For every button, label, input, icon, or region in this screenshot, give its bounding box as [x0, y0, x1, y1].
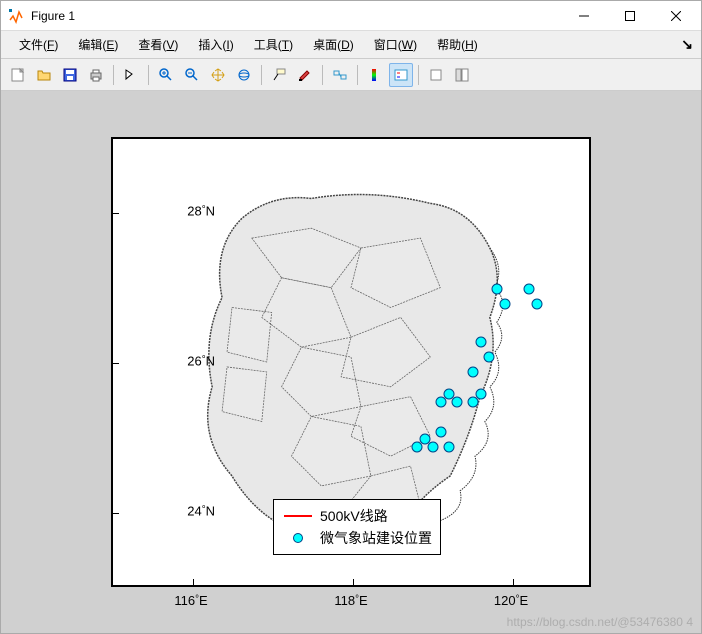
close-button[interactable] — [653, 1, 699, 31]
new-figure-button[interactable] — [6, 63, 30, 87]
toolbar-separator — [261, 65, 262, 85]
data-point — [444, 441, 455, 452]
insert-colorbar-button[interactable] — [363, 63, 387, 87]
save-button[interactable] — [58, 63, 82, 87]
menu-item-d[interactable]: 桌面(D) — [303, 32, 364, 57]
toolbar-separator — [357, 65, 358, 85]
legend-label: 500kV线路 — [320, 506, 388, 526]
menubar: 文件(F)编辑(E)查看(V)插入(I)工具(T)桌面(D)窗口(W)帮助(H)… — [1, 31, 701, 59]
toolbar-separator — [418, 65, 419, 85]
menu-item-e[interactable]: 编辑(E) — [68, 32, 128, 57]
data-point — [500, 299, 511, 310]
edit-plot-button[interactable] — [119, 63, 143, 87]
menu-item-h[interactable]: 帮助(H) — [427, 32, 488, 57]
data-point — [468, 366, 479, 377]
tick-mark — [113, 213, 119, 214]
data-point — [436, 396, 447, 407]
zoom-out-button[interactable] — [180, 63, 204, 87]
tick-mark — [513, 579, 514, 585]
tick-mark — [193, 579, 194, 585]
window-controls — [561, 1, 699, 31]
legend-swatch-marker — [282, 533, 314, 543]
menu-item-i[interactable]: 插入(I) — [188, 32, 243, 57]
plot-area[interactable]: 500kV线路 微气象站建设位置 28°N 26°N 24°N 116°E 11… — [1, 91, 701, 633]
data-point — [532, 299, 543, 310]
open-button[interactable] — [32, 63, 56, 87]
toolbar-separator — [148, 65, 149, 85]
x-tick-label: 116°E — [174, 593, 207, 608]
tick-mark — [113, 363, 119, 364]
y-tick-label: 24°N — [187, 504, 215, 519]
data-point — [436, 426, 447, 437]
data-point — [524, 284, 535, 295]
minimize-button[interactable] — [561, 1, 607, 31]
data-point — [412, 441, 423, 452]
y-tick-label: 26°N — [187, 354, 215, 369]
x-tick-label: 118°E — [334, 593, 367, 608]
toolbar-separator — [113, 65, 114, 85]
pan-button[interactable] — [206, 63, 230, 87]
toolbar-separator — [322, 65, 323, 85]
titlebar: Figure 1 — [1, 1, 701, 31]
toolbar — [1, 59, 701, 91]
legend-item-marker: 微气象站建设位置 — [282, 528, 432, 548]
legend-swatch-line — [282, 515, 314, 517]
tick-mark — [113, 513, 119, 514]
legend-item-line: 500kV线路 — [282, 506, 432, 526]
data-point — [468, 396, 479, 407]
y-tick-label: 28°N — [187, 204, 215, 219]
link-plot-button[interactable] — [328, 63, 352, 87]
menu-item-w[interactable]: 窗口(W) — [364, 32, 427, 57]
show-plot-tools-button[interactable] — [450, 63, 474, 87]
axes[interactable]: 500kV线路 微气象站建设位置 — [111, 137, 591, 587]
window-title: Figure 1 — [31, 9, 561, 23]
menu-item-f[interactable]: 文件(F) — [9, 32, 68, 57]
legend[interactable]: 500kV线路 微气象站建设位置 — [273, 499, 441, 555]
menu-item-t[interactable]: 工具(T) — [244, 32, 303, 57]
data-cursor-button[interactable] — [267, 63, 291, 87]
matlab-icon — [7, 7, 25, 25]
zoom-in-button[interactable] — [154, 63, 178, 87]
data-point — [476, 336, 487, 347]
watermark: https://blog.csdn.net/@53476380 4 — [507, 615, 693, 629]
data-point — [428, 441, 439, 452]
figure-window: Figure 1 文件(F)编辑(E)查看(V)插入(I)工具(T)桌面(D)窗… — [0, 0, 702, 634]
brush-button[interactable] — [293, 63, 317, 87]
print-button[interactable] — [84, 63, 108, 87]
rotate-3d-button[interactable] — [232, 63, 256, 87]
menu-overflow-arrow[interactable]: ↘ — [681, 36, 693, 53]
data-point — [484, 351, 495, 362]
insert-legend-button[interactable] — [389, 63, 413, 87]
x-tick-label: 120°E — [494, 593, 528, 608]
data-point — [492, 284, 503, 295]
hide-plot-tools-button[interactable] — [424, 63, 448, 87]
tick-mark — [353, 579, 354, 585]
menu-item-v[interactable]: 查看(V) — [128, 32, 188, 57]
legend-label: 微气象站建设位置 — [320, 528, 432, 548]
maximize-button[interactable] — [607, 1, 653, 31]
data-point — [452, 396, 463, 407]
